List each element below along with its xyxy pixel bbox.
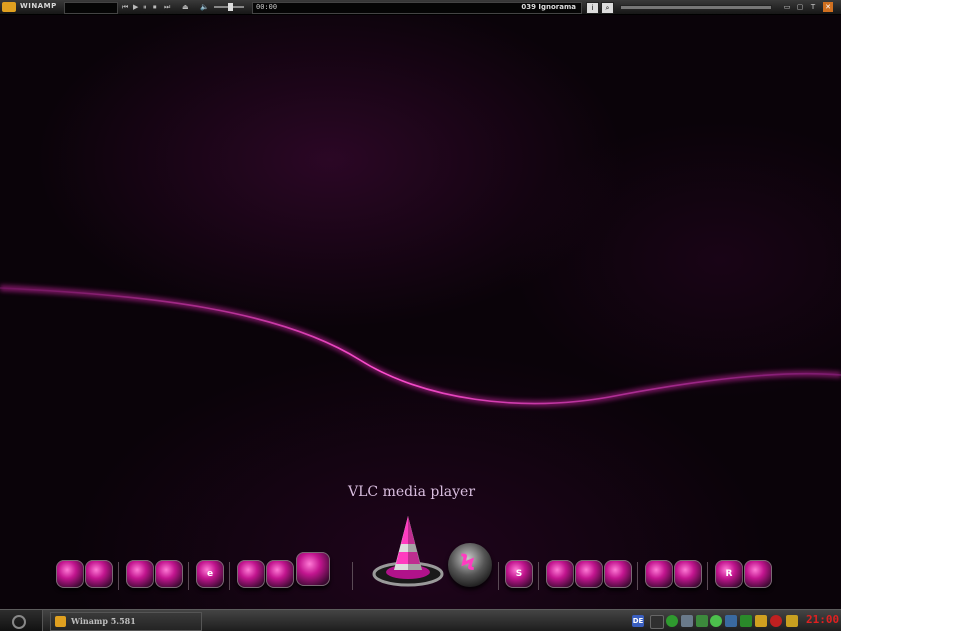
volume-icon[interactable]: 🔈 bbox=[200, 3, 209, 17]
tray-antivirus-icon[interactable] bbox=[770, 615, 782, 627]
stop-button[interactable]: ⏹ bbox=[153, 3, 157, 17]
tray-user-icon[interactable] bbox=[786, 615, 798, 627]
tray-language-indicator[interactable]: DE bbox=[632, 615, 644, 627]
dock-separator bbox=[352, 562, 353, 590]
winamp-title: WINAMP bbox=[20, 2, 57, 10]
dock-app-15[interactable]: R bbox=[715, 560, 743, 588]
taskbar: Winamp 5.581 DE 21:00 bbox=[0, 609, 841, 631]
dock-app-10[interactable] bbox=[546, 560, 574, 588]
eject-button[interactable]: ⏏ bbox=[182, 3, 189, 17]
minimize-button[interactable]: ▭ bbox=[782, 2, 792, 12]
dock-app-2[interactable] bbox=[85, 560, 113, 588]
dock-app-9[interactable]: S bbox=[505, 560, 533, 588]
pin-button[interactable]: T bbox=[808, 2, 818, 12]
start-button[interactable] bbox=[0, 610, 43, 631]
lightning-drive-icon[interactable]: Ϟ bbox=[448, 543, 492, 587]
vlc-cone-icon[interactable] bbox=[370, 512, 446, 588]
dock-app-8[interactable] bbox=[296, 552, 330, 586]
track-title: 039 Ignorama bbox=[521, 3, 576, 11]
winamp-logo-icon bbox=[2, 2, 16, 12]
tray-sync-icon[interactable] bbox=[696, 615, 708, 627]
dock-app-16[interactable] bbox=[744, 560, 772, 588]
dock-app-1[interactable] bbox=[56, 560, 84, 588]
dock-separator bbox=[707, 562, 708, 590]
seek-bar[interactable] bbox=[620, 5, 772, 10]
tray-monitor-icon[interactable] bbox=[725, 615, 737, 627]
dock-app-4[interactable] bbox=[155, 560, 183, 588]
dock-separator bbox=[229, 562, 230, 590]
dock-app-7[interactable] bbox=[266, 560, 294, 588]
winamp-visualizer bbox=[64, 2, 118, 14]
elapsed-time: 00:00 bbox=[256, 3, 278, 11]
dock-app-11[interactable] bbox=[575, 560, 603, 588]
dock-separator bbox=[637, 562, 638, 590]
play-button[interactable]: ▶ bbox=[133, 3, 138, 17]
desktop: WINAMP ⏮ ▶ ⏸ ⏹ ⏭ ⏏ 🔈 00:00 039 Ignorama … bbox=[0, 0, 841, 631]
search-button[interactable]: ⌕ bbox=[601, 2, 614, 14]
restore-button[interactable]: ▢ bbox=[795, 2, 805, 12]
dock-app-12[interactable] bbox=[604, 560, 632, 588]
start-orb-icon bbox=[12, 615, 26, 629]
dock-app-6[interactable] bbox=[237, 560, 265, 588]
next-button[interactable]: ⏭ bbox=[164, 3, 170, 17]
tray-status-icon[interactable] bbox=[710, 615, 722, 627]
wallpaper-light-swoosh bbox=[0, 285, 841, 407]
winamp-lightning-icon bbox=[55, 616, 66, 627]
tray-shield-icon[interactable] bbox=[755, 615, 767, 627]
close-button[interactable]: ✕ bbox=[823, 2, 833, 12]
dock-app-5[interactable]: e bbox=[196, 560, 224, 588]
taskbar-clock[interactable]: 21:00 bbox=[806, 613, 839, 626]
dock-app-14[interactable] bbox=[674, 560, 702, 588]
pause-button[interactable]: ⏸ bbox=[143, 3, 147, 17]
dock-separator bbox=[188, 562, 189, 590]
prev-button[interactable]: ⏮ bbox=[122, 3, 128, 17]
tray-keyboard-icon[interactable] bbox=[650, 615, 664, 629]
taskbar-item-label: Winamp 5.581 bbox=[71, 616, 136, 626]
dock-app-3[interactable] bbox=[126, 560, 154, 588]
dock-separator bbox=[538, 562, 539, 590]
taskbar-item-winamp[interactable]: Winamp 5.581 bbox=[50, 612, 202, 631]
winamp-toolbar: WINAMP ⏮ ▶ ⏸ ⏹ ⏭ ⏏ 🔈 00:00 039 Ignorama … bbox=[0, 0, 841, 15]
tray-gear-icon[interactable] bbox=[666, 615, 678, 627]
volume-slider-handle[interactable] bbox=[228, 3, 233, 11]
tray-signal-icon[interactable] bbox=[740, 615, 752, 627]
dock-separator bbox=[118, 562, 119, 590]
dock-separator bbox=[498, 562, 499, 590]
dock-hover-label: VLC media player bbox=[348, 484, 476, 500]
tray-network-icon[interactable] bbox=[681, 615, 693, 627]
dock-app-13[interactable] bbox=[645, 560, 673, 588]
info-button[interactable]: i bbox=[586, 2, 599, 14]
